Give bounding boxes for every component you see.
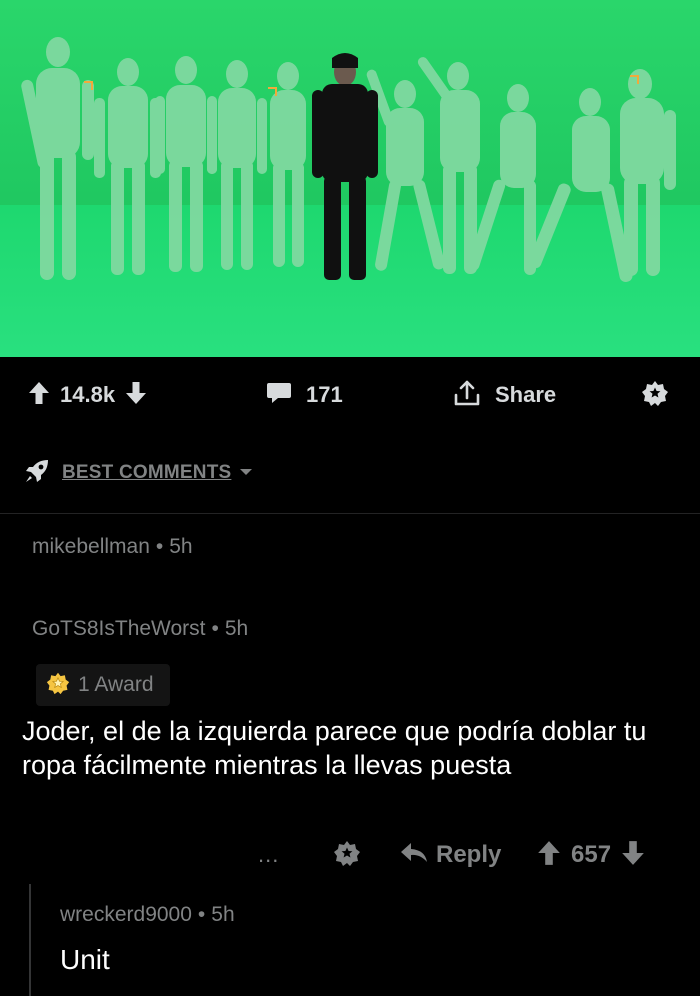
- downvote-arrow-icon[interactable]: [125, 381, 147, 410]
- chevron-down-icon: [239, 464, 253, 482]
- upvote-arrow-icon[interactable]: [537, 840, 561, 871]
- comment-bubble-icon: [266, 381, 292, 410]
- comment-action-bar: ... Reply 657: [0, 832, 700, 878]
- meta-separator: •: [155, 535, 164, 558]
- reply-author[interactable]: wreckerd9000: [60, 903, 192, 926]
- comment-vote-group: 657: [537, 832, 645, 878]
- meta-separator: •: [211, 617, 219, 640]
- rocket-icon: [24, 458, 50, 489]
- comment-age: 5h: [169, 535, 193, 558]
- reply-arrow-icon: [400, 842, 428, 869]
- reply-button[interactable]: Reply: [400, 832, 501, 878]
- award-count-label: 1 Award: [78, 673, 154, 696]
- reply-meta: wreckerd9000 • 5h: [60, 903, 235, 927]
- comment-meta: GoTS8IsTheWorst • 5h: [32, 617, 248, 641]
- comment-sort-selector[interactable]: BEST COMMENTS: [24, 455, 253, 491]
- post-vote-group: 14.8k: [28, 370, 147, 420]
- sort-label: BEST COMMENTS: [62, 462, 232, 483]
- downvote-arrow-icon[interactable]: [621, 840, 645, 871]
- share-upload-icon: [453, 379, 481, 412]
- comments-button[interactable]: 171: [266, 370, 343, 420]
- give-award-button[interactable]: [641, 370, 669, 420]
- meta-separator: •: [197, 903, 206, 926]
- post-action-bar: 14.8k 171 Share: [0, 370, 700, 420]
- more-options-button[interactable]: ...: [258, 832, 279, 878]
- post-score: 14.8k: [60, 382, 116, 407]
- award-icon: [641, 379, 669, 412]
- share-button[interactable]: Share: [453, 370, 556, 420]
- reply-body: Unit: [60, 944, 110, 975]
- award-icon: [333, 839, 361, 872]
- comment-author[interactable]: GoTS8IsTheWorst: [32, 617, 206, 640]
- upvote-arrow-icon[interactable]: [28, 381, 50, 410]
- thread-line[interactable]: [29, 884, 31, 996]
- post-image[interactable]: [0, 0, 700, 357]
- green-screen-photo: [0, 0, 700, 357]
- award-badge[interactable]: 1 Award: [36, 664, 170, 706]
- comment-count: 171: [306, 382, 343, 407]
- comment-body: Joder, el de la izquierda parece que pod…: [22, 716, 647, 780]
- comment-author[interactable]: mikebellman: [32, 535, 150, 558]
- section-divider: [0, 513, 700, 514]
- gold-award-icon: [46, 671, 70, 700]
- comment-score: 657: [571, 841, 612, 868]
- reply-label: Reply: [436, 841, 502, 868]
- reply-age: 5h: [211, 903, 235, 926]
- comment-award-button[interactable]: [333, 832, 361, 878]
- comment-age: 5h: [224, 617, 249, 640]
- comment-meta: mikebellman • 5h: [32, 535, 193, 559]
- share-label: Share: [495, 382, 557, 407]
